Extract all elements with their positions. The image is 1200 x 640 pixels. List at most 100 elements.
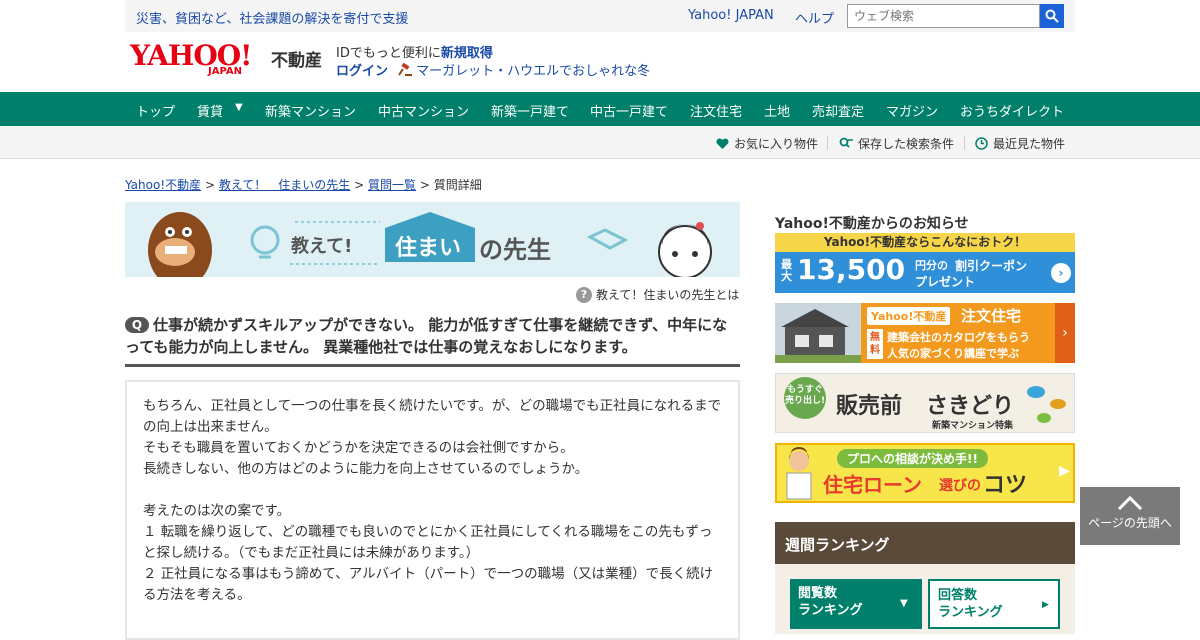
chevron-right-icon: › xyxy=(1055,303,1075,363)
ad3-title: 販売前 xyxy=(836,394,903,419)
ad2-brand: Yahoo!不動産 xyxy=(867,307,951,325)
ad2-line2: 人気の家づくり講座で学ぶ xyxy=(887,347,1019,360)
favorites-link[interactable]: お気に入り物件 xyxy=(716,135,818,152)
coupon-unit: 円分の xyxy=(915,259,948,272)
nav-custom-house[interactable]: 注文住宅 xyxy=(690,101,742,120)
ad3-sub: 新築マンション特集 xyxy=(932,421,1014,431)
question-paragraph: もちろん、正社員として一つの仕事を長く続けたいです。が、どの職場でも正社員になれ… xyxy=(143,398,722,435)
site-name: 不動産 xyxy=(271,51,322,71)
question-paragraph: １ 転職を繰り返して、どの職種でも良いのでとにかく正社員にしてくれる職場をこの先… xyxy=(143,524,713,561)
breadcrumb-section[interactable]: 教えて！ 住まいの先生 xyxy=(219,178,350,192)
question-paragraph: 長続きしない、他の方はどのように能力を向上させているのでしょうか。 xyxy=(143,461,589,477)
saved-search-link[interactable]: 保存した検索条件 xyxy=(839,135,954,152)
recent-label: 最近見た物件 xyxy=(993,137,1066,151)
ad4-title2: 選びの xyxy=(939,478,981,494)
chevron-right-icon: › xyxy=(1051,263,1071,283)
yahoo-japan-link[interactable]: Yahoo! JAPAN xyxy=(688,8,774,23)
search-icon xyxy=(1045,9,1059,23)
help-link[interactable]: ヘルプ xyxy=(795,8,834,27)
tab-views-label-1: 閲覧数 xyxy=(798,586,838,601)
nav-used-house[interactable]: 中古一戸建て xyxy=(590,101,668,120)
weekly-ranking-title: 週間ランキング xyxy=(775,522,1075,564)
back-to-top-button[interactable]: ページの先頭へ xyxy=(1080,487,1180,545)
favorites-label: お気に入り物件 xyxy=(734,137,819,151)
about-link-text: 教えて！住まいの先生とは xyxy=(596,288,740,302)
chevron-up-icon xyxy=(1117,495,1143,511)
nav-appraisal[interactable]: 売却査定 xyxy=(812,101,864,120)
tab-answers-label-2: ランキング xyxy=(938,605,1003,620)
nav-rent[interactable]: 賃貸 xyxy=(197,101,223,120)
recent-link[interactable]: 最近見た物件 xyxy=(975,135,1065,152)
tab-answers-ranking[interactable]: 回答数 ランキング ▶ xyxy=(928,579,1060,629)
question-title-text: 仕事が続かずスキルアップができない。 能力が低すぎて仕事を継続できず、中年になっ… xyxy=(125,316,728,356)
breadcrumb: Yahoo!不動産 > 教えて！ 住まいの先生 > 質問一覧 > 質問詳細 xyxy=(125,176,482,193)
nav-top[interactable]: トップ xyxy=(136,101,175,120)
presale-ad[interactable]: もうすぐ売り出し! 販売前 さきどり 新築マンション特集 xyxy=(775,373,1075,433)
ranking-tabs: 閲覧数 ランキング ▼ 回答数 ランキング ▶ xyxy=(775,564,1075,634)
question-paragraph xyxy=(143,480,722,501)
nav-new-house[interactable]: 新築一戸建て xyxy=(491,101,569,120)
chevron-right-icon: ▶ xyxy=(1059,463,1070,479)
back-to-top-label: ページの先頭へ xyxy=(1088,516,1172,530)
coupon-ad-top: Yahoo!不動産ならこんなにおトク！ xyxy=(775,233,1075,252)
page-header: 災害、貧困など、社会課題の解決を寄付で支援 Yahoo! JAPAN ヘルプ Y… xyxy=(0,0,1200,92)
promo-text: マーガレット・ハウエルでおしゃれな冬 xyxy=(416,64,651,79)
heart-icon xyxy=(716,137,729,149)
register-link[interactable]: 新規取得 xyxy=(441,46,493,61)
question-paragraph: そもそも職員を置いておくかどうかを決定できるのは会社側ですから。 xyxy=(143,440,574,456)
login-link[interactable]: ログイン xyxy=(336,60,388,79)
divider xyxy=(827,136,828,150)
logo-sub: JAPAN xyxy=(208,66,242,77)
chevron-down-icon: ▼ xyxy=(900,598,908,609)
main-nav: トップ 賃貸 ▼ 新築マンション 中古マンション 新築一戸建て 中古一戸建て 注… xyxy=(0,92,1200,126)
question-body: もちろん、正社員として一つの仕事を長く続けたいです。が、どの職場でも正社員になれ… xyxy=(125,380,740,640)
ad4-top: プロへの相談が決め手!! xyxy=(837,449,988,468)
breadcrumb-sep: > xyxy=(419,178,430,192)
banner-highlight: 住まい xyxy=(395,236,462,261)
ad3-tag: もうすぐ売り出し! xyxy=(784,377,826,419)
notice-title: Yahoo!不動産からのお知らせ xyxy=(775,216,969,232)
coupon-ad[interactable]: Yahoo!不動産ならこんなにおトク！ 最大 13,500 円分の 割引クーポン… xyxy=(775,233,1075,293)
about-link[interactable]: ? 教えて！住まいの先生とは xyxy=(576,286,739,303)
tab-views-ranking[interactable]: 閲覧数 ランキング ▼ xyxy=(790,579,922,629)
question-icon: ? xyxy=(576,286,592,303)
ad3-title2: さきどり xyxy=(926,394,1015,419)
nav-used-mansion[interactable]: 中古マンション xyxy=(378,101,469,120)
breadcrumb-home[interactable]: Yahoo!不動産 xyxy=(125,178,201,192)
ad2-title: 注文住宅 xyxy=(961,307,1022,325)
tab-views-label-2: ランキング xyxy=(798,603,863,618)
house-illustration xyxy=(775,303,861,363)
breadcrumb-current: 質問詳細 xyxy=(433,178,482,192)
question-title: Q 仕事が続かずスキルアップができない。 能力が低すぎて仕事を継続できず、中年にな… xyxy=(125,314,740,367)
banner-suffix: の先生 xyxy=(479,236,551,264)
coupon-amount: 13,500 xyxy=(797,253,906,286)
nav-land[interactable]: 土地 xyxy=(764,101,790,120)
custom-house-ad[interactable]: Yahoo!不動産 注文住宅 無料 建築会社のカタログをもらう 人気の家づくり講… xyxy=(775,303,1075,363)
yahoo-logo[interactable]: YAHOO! JAPAN xyxy=(130,42,268,80)
advisor-illustration xyxy=(786,447,812,500)
coupon-label: 割引クーポン xyxy=(955,259,1028,273)
id-promo: IDでもっと便利に新規取得 xyxy=(336,42,493,61)
ad2-free: 無料 xyxy=(867,329,883,359)
charity-link[interactable]: 災害、貧困など、社会課題の解決を寄付で支援 xyxy=(136,8,408,27)
nav-ouchi-direct[interactable]: おうちダイレクト xyxy=(960,101,1064,120)
chevron-right-icon: ▶ xyxy=(1042,600,1049,610)
loan-ad[interactable]: プロへの相談が決め手!! 住宅ローン 選びの コツ ▶ xyxy=(775,443,1075,503)
promo-link[interactable]: マーガレット・ハウエルでおしゃれな冬 xyxy=(398,60,650,79)
banner-prefix: 教えて! xyxy=(291,236,353,257)
clock-icon xyxy=(975,137,988,150)
breadcrumb-list[interactable]: 質問一覧 xyxy=(368,178,416,192)
gavel-icon xyxy=(398,62,412,76)
nav-magazine[interactable]: マガジン xyxy=(886,101,938,120)
logo-text: YAHOO! xyxy=(130,39,252,72)
id-text: IDでもっと便利に xyxy=(336,46,441,61)
web-search-input[interactable] xyxy=(847,4,1040,28)
chevron-down-icon[interactable]: ▼ xyxy=(235,102,243,113)
search-button[interactable] xyxy=(1040,4,1064,28)
q-badge: Q xyxy=(125,317,149,333)
coupon-prefix: 最大 xyxy=(781,258,792,283)
sumai-sensei-banner[interactable]: 教えて! 住まい の先生 xyxy=(125,202,740,277)
ad4-title1: 住宅ローン xyxy=(823,473,922,497)
nav-new-mansion[interactable]: 新築マンション xyxy=(265,101,356,120)
ad4-title3: コツ xyxy=(983,473,1028,498)
